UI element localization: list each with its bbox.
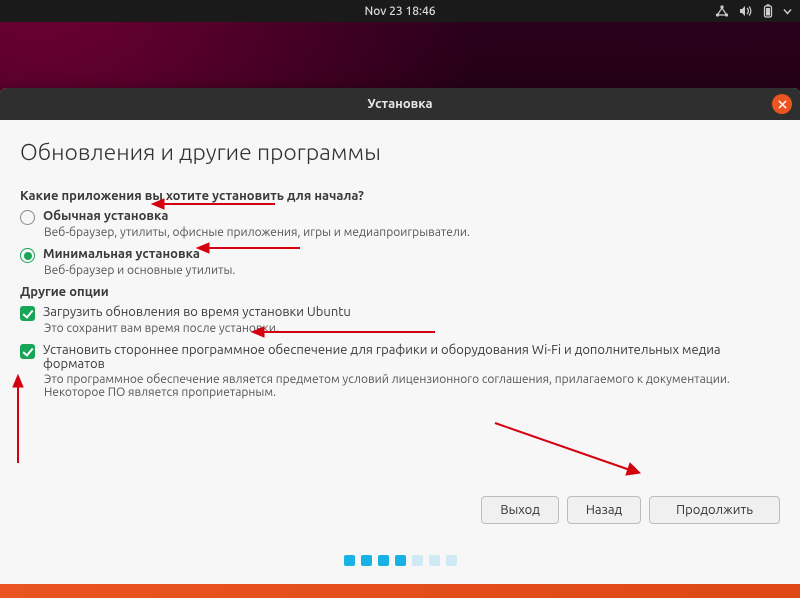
apps-question: Какие приложения вы хотите установить дл…	[20, 189, 780, 203]
system-tray[interactable]	[715, 0, 792, 22]
option-download-updates-label: Загрузить обновления во время установки …	[43, 305, 351, 319]
radio-minimal-install[interactable]	[20, 248, 35, 263]
checkbox-thirdparty[interactable]	[20, 344, 35, 359]
volume-icon	[739, 5, 753, 17]
option-download-updates-desc: Это сохранит вам время после установки.	[44, 322, 780, 335]
battery-icon	[763, 4, 773, 18]
option-normal-install-desc: Веб-браузер, утилиты, офисные приложения…	[44, 226, 780, 239]
wizard-buttons: Выход Назад Продолжить	[481, 496, 780, 524]
gnome-top-bar: Nov 23 18:46	[0, 0, 800, 22]
other-options-heading: Другие опции	[20, 285, 780, 299]
clock[interactable]: Nov 23 18:46	[364, 5, 435, 18]
option-minimal-install-label: Минимальная установка	[43, 247, 200, 261]
network-icon	[715, 5, 729, 17]
continue-button[interactable]: Продолжить	[649, 496, 780, 524]
installer-content: Обновления и другие программы Какие прил…	[0, 120, 800, 584]
quit-button[interactable]: Выход	[481, 496, 559, 524]
back-button[interactable]: Назад	[567, 496, 641, 524]
option-thirdparty-desc: Это программное обеспечение является пре…	[44, 373, 780, 399]
checkbox-download-updates[interactable]	[20, 306, 35, 321]
option-thirdparty[interactable]: Установить стороннее программное обеспеч…	[20, 343, 780, 371]
window-titlebar: Установка	[0, 88, 800, 120]
close-icon	[778, 100, 787, 109]
option-minimal-install-desc: Веб-браузер и основные утилиты.	[44, 264, 780, 277]
annotation-arrow	[8, 373, 28, 468]
option-minimal-install[interactable]: Минимальная установка	[20, 247, 780, 262]
desktop-accent-strip	[0, 584, 800, 598]
window-title: Установка	[367, 97, 432, 111]
progress-dots	[0, 555, 800, 566]
window-close-button[interactable]	[772, 94, 792, 114]
option-thirdparty-label: Установить стороннее программное обеспеч…	[43, 343, 780, 371]
radio-normal-install[interactable]	[20, 210, 35, 225]
power-menu-chevron-icon	[783, 7, 792, 16]
option-normal-install-label: Обычная установка	[43, 209, 168, 223]
annotation-arrow	[490, 415, 650, 485]
option-download-updates[interactable]: Загрузить обновления во время установки …	[20, 305, 780, 320]
option-normal-install[interactable]: Обычная установка	[20, 209, 780, 224]
installer-window: Установка Обновления и другие программы …	[0, 88, 800, 584]
page-heading: Обновления и другие программы	[20, 140, 780, 165]
